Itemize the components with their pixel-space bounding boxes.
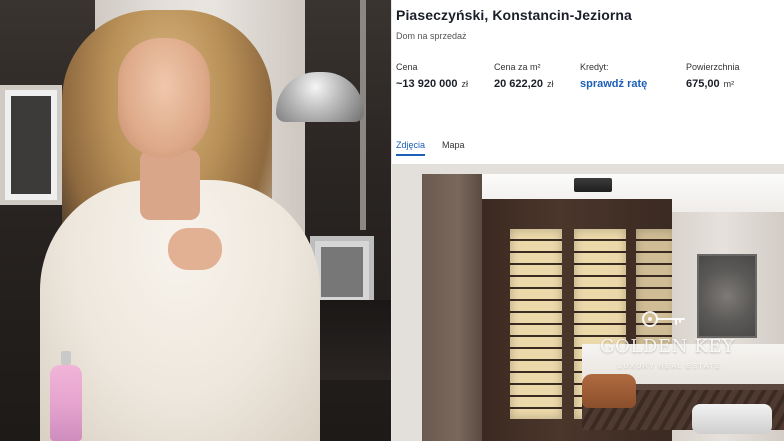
stat-price-per-sqm: Cena za m² 20 622,20 zł	[494, 62, 553, 90]
stat-area-unit: m²	[723, 79, 735, 89]
stat-sqm-value: 20 622,20	[494, 78, 543, 90]
stat-price-value-row: ~13 920 000 zł	[396, 78, 468, 90]
listing-photo[interactable]: GOLDEN KEY LUXURY REAL ESTATE	[422, 174, 784, 441]
listing-stats: Cena ~13 920 000 zł Cena za m² 20 622,20 z…	[396, 62, 781, 94]
tab-photos[interactable]: Zdjęcia	[396, 140, 426, 156]
photo-gallery[interactable]: GOLDEN KEY LUXURY REAL ESTATE	[392, 164, 784, 441]
face	[118, 38, 210, 158]
listing-title: Piaseczyński, Konstancin-Jeziorna	[396, 7, 632, 23]
tab-map[interactable]: Mapa	[442, 140, 465, 154]
towels	[692, 404, 772, 434]
leather-bag	[582, 374, 636, 408]
stat-price-unit: zł	[461, 79, 468, 89]
stat-price-value: ~13 920 000	[396, 78, 458, 90]
stat-sqm-label: Cena za m²	[494, 62, 541, 72]
door-panel-1	[510, 229, 562, 419]
stat-credit: Kredyt: sprawdź ratę	[580, 62, 647, 90]
ceiling-light	[574, 178, 612, 192]
stat-area: Powierzchnia 675,00 m²	[686, 62, 740, 90]
wall-art	[697, 254, 757, 338]
stat-area-label: Powierzchnia	[686, 62, 740, 72]
wood-wall	[422, 174, 482, 441]
stat-sqm-unit: zł	[546, 79, 554, 89]
stat-area-value-row: 675,00 m²	[686, 78, 740, 90]
check-installment-link[interactable]: sprawdź ratę	[580, 78, 647, 90]
stat-price: Cena ~13 920 000 zł	[396, 62, 468, 90]
spray-bottle	[50, 351, 82, 441]
listing-subtitle: Dom na sprzedaż	[396, 31, 467, 41]
stat-credit-label: Kredyt:	[580, 62, 609, 72]
stat-sqm-value-row: 20 622,20 zł	[494, 78, 553, 90]
hand	[168, 228, 222, 270]
photo-frame-left	[0, 85, 62, 205]
stat-credit-value-row: sprawdź ratę	[580, 78, 647, 90]
stat-area-value: 675,00	[686, 78, 720, 90]
neck	[140, 150, 200, 220]
property-listing: Piaseczyński, Konstancin-Jeziorna Dom na…	[391, 0, 784, 441]
stat-price-label: Cena	[396, 62, 418, 72]
lifestyle-photo	[0, 0, 391, 441]
